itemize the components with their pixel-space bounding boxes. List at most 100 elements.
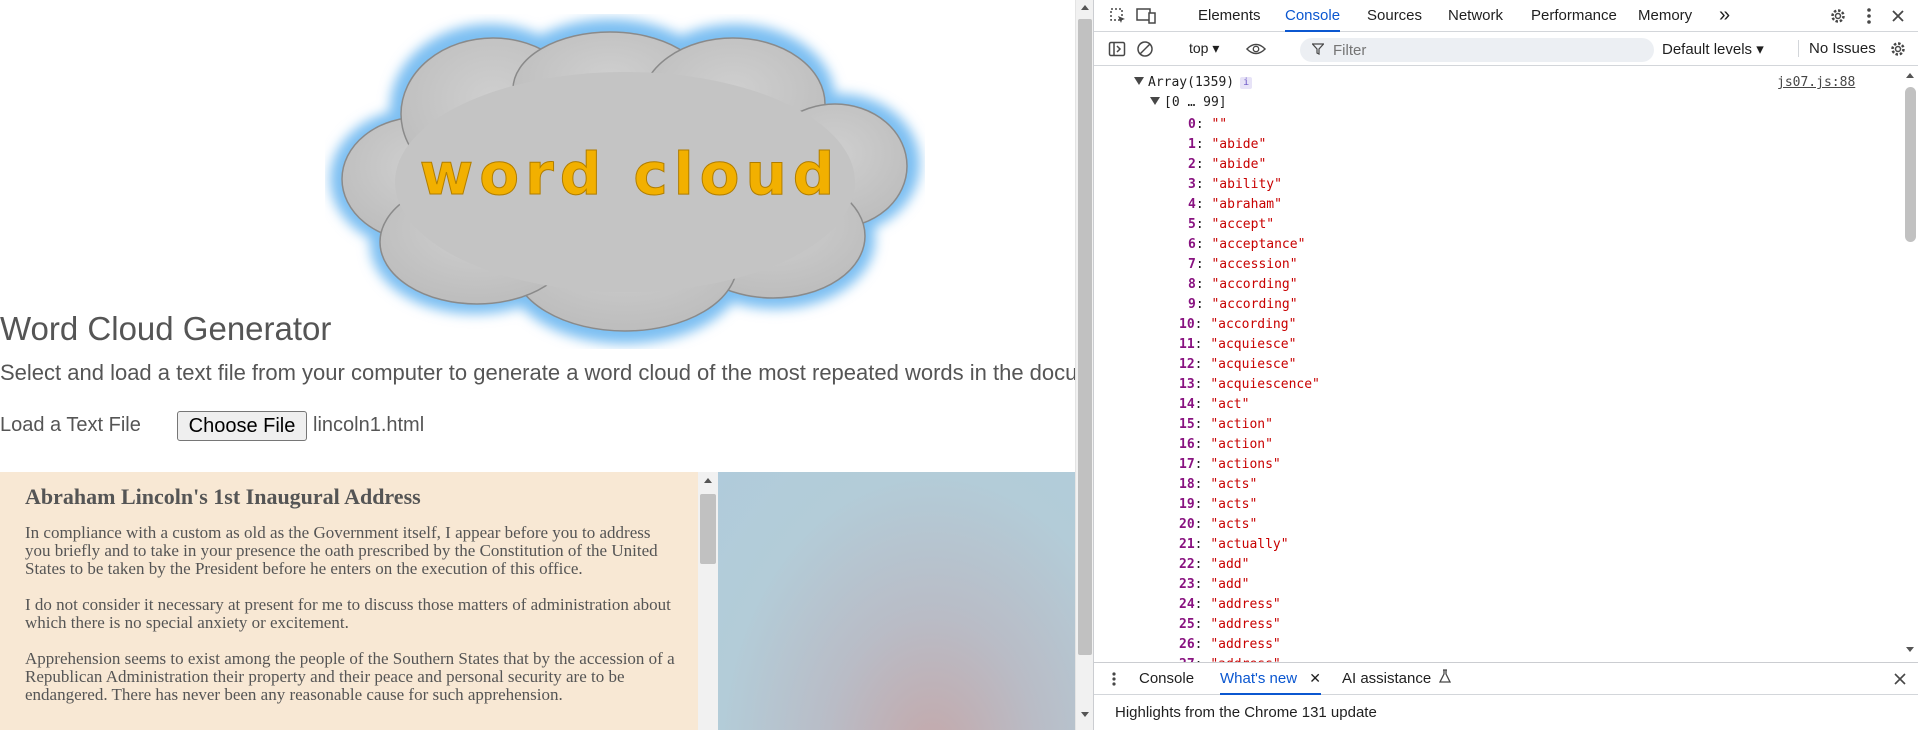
array-value: "add" [1210,577,1250,592]
array-item[interactable]: 25: "address" [1179,615,1281,635]
filter-icon [1311,42,1325,58]
filter-input[interactable] [1333,41,1633,59]
array-item[interactable]: 26: "address" [1179,635,1281,655]
selected-file-name: lincoln1.html [313,414,425,436]
console-output[interactable]: Array(1359) i js07.js:88 [0 … 99] 0: "" 1:… [1094,67,1902,662]
live-expression-eye-icon[interactable] [1246,39,1266,59]
document-scrollbar[interactable] [698,472,718,730]
array-index: 4 [1188,197,1196,212]
source-link[interactable]: js07.js:88 [1777,75,1855,90]
tab-elements[interactable]: Elements [1198,0,1261,32]
array-item[interactable]: 2: "abide" [1188,155,1266,175]
separator: : [1194,417,1211,432]
inspect-element-icon[interactable] [1108,6,1128,26]
tab-network[interactable]: Network [1448,0,1503,32]
device-toolbar-icon[interactable] [1136,6,1156,26]
devtools-panel: Elements Console Sources Network Perform… [1093,0,1918,730]
array-value: "act" [1210,397,1250,412]
array-item[interactable]: 16: "action" [1179,435,1273,455]
scrollbar-thumb[interactable] [700,494,716,564]
info-badge-icon[interactable]: i [1240,77,1253,89]
array-item[interactable]: 4: "abraham" [1188,195,1282,215]
scrollbar-thumb[interactable] [1078,19,1092,655]
more-options-icon[interactable] [1859,6,1879,26]
array-item[interactable]: 3: "ability" [1188,175,1282,195]
array-index: 3 [1188,177,1196,192]
scroll-down-arrow-icon[interactable] [1906,647,1914,652]
tab-console[interactable]: Console [1285,0,1341,32]
context-selector[interactable]: top ▾ [1189,40,1219,57]
array-item[interactable]: 18: "acts" [1179,475,1257,495]
tab-sources[interactable]: Sources [1367,0,1422,32]
array-item[interactable]: 8: "according" [1188,275,1298,295]
scrollbar-thumb[interactable] [1905,87,1916,242]
expand-triangle-icon[interactable] [1134,77,1144,85]
separator: : [1194,617,1211,632]
drawer-tab-ai-assistance[interactable]: AI assistance [1342,663,1452,695]
close-tab-icon[interactable]: ✕ [1309,670,1321,686]
drawer-tab-console[interactable]: Console [1139,663,1194,695]
array-index: 22 [1179,557,1195,572]
expand-triangle-icon[interactable] [1150,97,1160,105]
array-item[interactable]: 9: "according" [1188,295,1298,315]
array-item[interactable]: 13: "acquiescence" [1179,375,1320,395]
separator: : [1195,177,1212,192]
drawer-tab-label: AI assistance [1342,670,1432,687]
settings-gear-icon[interactable] [1828,6,1848,26]
separator: : [1195,197,1212,212]
array-item[interactable]: 10: "according" [1179,315,1296,335]
scroll-up-arrow-icon[interactable] [704,478,712,483]
document-content: Abraham Lincoln's 1st Inaugural Address … [25,484,675,722]
drawer-tab-whats-new[interactable]: What's new ✕ [1220,663,1321,695]
array-range-group[interactable]: [0 … 99] [1150,95,1227,110]
separator: : [1194,337,1211,352]
array-log-entry[interactable]: Array(1359) i [1134,75,1253,90]
array-item[interactable]: 6: "acceptance" [1188,235,1305,255]
issues-counter[interactable]: No Issues [1798,40,1876,57]
console-settings-gear-icon[interactable] [1888,39,1908,59]
scroll-down-arrow-icon[interactable] [1081,712,1089,717]
array-item[interactable]: 1: "abide" [1188,135,1266,155]
array-value: "address" [1210,637,1281,652]
document-paragraph: I do not consider it necessary at presen… [25,595,671,632]
array-item[interactable]: 14: "act" [1179,395,1249,415]
separator: : [1194,457,1211,472]
console-scrollbar[interactable] [1902,67,1918,662]
array-item[interactable]: 23: "add" [1179,575,1249,595]
array-item[interactable]: 12: "acquiesce" [1179,355,1296,375]
array-item[interactable]: 20: "acts" [1179,515,1257,535]
scroll-up-arrow-icon[interactable] [1081,5,1089,10]
array-index: 14 [1179,397,1195,412]
array-item[interactable]: 5: "accept" [1188,215,1274,235]
drawer-menu-icon[interactable] [1104,669,1124,689]
sidebar-toggle-icon[interactable] [1107,39,1127,59]
array-item[interactable]: 7: "accession" [1188,255,1298,275]
scroll-up-arrow-icon[interactable] [1906,73,1914,78]
separator: : [1194,437,1211,452]
array-item[interactable]: 24: "address" [1179,595,1281,615]
array-item[interactable]: 11: "acquiesce" [1179,335,1296,355]
clear-console-icon[interactable] [1135,39,1155,59]
choose-file-button[interactable]: Choose File [177,411,307,441]
array-item[interactable]: 17: "actions" [1179,455,1281,475]
array-item[interactable]: 21: "actually" [1179,535,1289,555]
array-item[interactable]: 19: "acts" [1179,495,1257,515]
array-value: "actions" [1210,457,1281,472]
array-item[interactable]: 27: "address" [1179,655,1281,662]
document-text-panel[interactable]: Abraham Lincoln's 1st Inaugural Address … [0,472,700,730]
separator: : [1194,517,1211,532]
console-toolbar: top ▾ Default levels ▾ No Issues [1094,33,1918,66]
page-scrollbar[interactable] [1075,0,1093,730]
close-devtools-icon[interactable] [1888,6,1908,26]
separator: : [1194,557,1211,572]
log-levels-dropdown[interactable]: Default levels ▾ [1662,40,1764,58]
more-tabs-icon[interactable]: » [1719,0,1730,32]
array-value: "according" [1210,317,1297,332]
array-item[interactable]: 22: "add" [1179,555,1249,575]
tab-performance[interactable]: Performance [1531,0,1617,32]
array-item[interactable]: 0: "" [1188,115,1227,135]
array-value: "abide" [1211,157,1267,172]
array-item[interactable]: 15: "action" [1179,415,1273,435]
close-drawer-icon[interactable] [1890,669,1910,689]
tab-memory[interactable]: Memory [1638,0,1692,32]
